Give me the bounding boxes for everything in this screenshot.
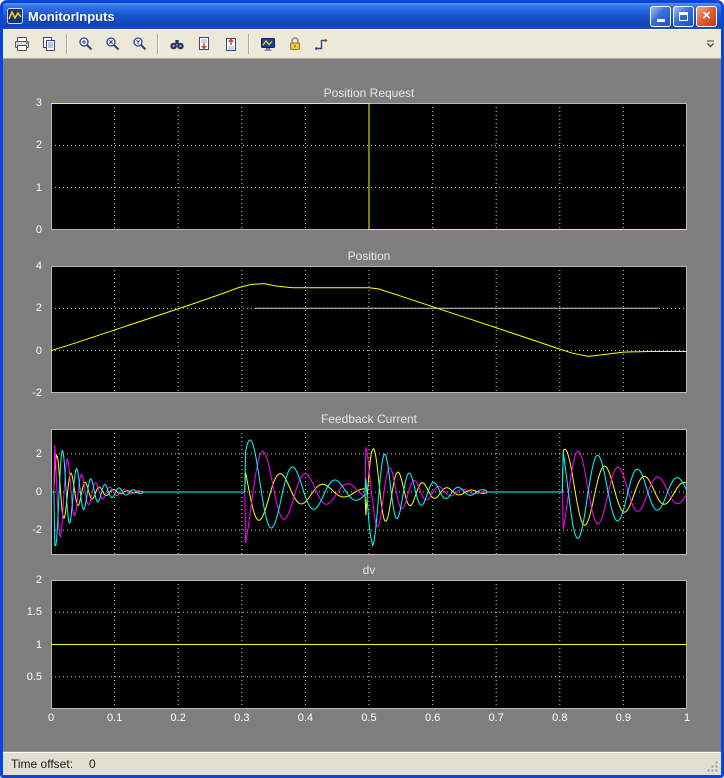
parameters-icon (41, 36, 57, 52)
toolbar-separator (248, 34, 250, 54)
x-axis-labels: 00.10.20.30.40.50.60.70.80.91 (51, 712, 687, 726)
y-tick-label: 3 (4, 97, 42, 109)
scope-icon (7, 8, 23, 24)
x-tick-label: 0.6 (416, 712, 450, 725)
y-axis-labels: 21.510.5 (3, 580, 47, 709)
minimize-icon (657, 19, 665, 22)
zoom-y-icon (132, 36, 148, 52)
lock-axes-button[interactable] (281, 32, 308, 57)
y-tick-label: 2 (4, 302, 42, 314)
autoscale-button[interactable] (163, 32, 190, 57)
minimize-button[interactable] (650, 6, 671, 27)
y-tick-label: 0 (4, 224, 42, 236)
close-button[interactable]: × (696, 6, 717, 27)
y-tick-label: 2 (4, 139, 42, 151)
toolbar-separator (66, 34, 68, 54)
plot-dv[interactable] (51, 580, 687, 709)
maximize-icon (679, 12, 688, 21)
restore-axes-button[interactable] (217, 32, 244, 57)
scope-window: MonitorInputs × (0, 0, 724, 778)
plot-canvas (51, 266, 687, 393)
plot-position-request[interactable] (51, 103, 687, 230)
time-offset-value: 0 (89, 757, 96, 771)
y-tick-label: 0 (4, 486, 42, 498)
plot-title-feedback-current: Feedback Current (51, 411, 687, 427)
y-tick-label: -2 (4, 524, 42, 536)
x-tick-label: 0.7 (479, 712, 513, 725)
plot-title-position-request: Position Request (51, 85, 687, 101)
y-tick-label: 4 (4, 260, 42, 272)
print-icon (14, 36, 30, 52)
zoom-x-icon (105, 36, 121, 52)
maximize-button[interactable] (673, 6, 694, 27)
titlebar[interactable]: MonitorInputs × (3, 3, 721, 29)
toolbar-separator (157, 34, 159, 54)
toolbar (3, 29, 721, 59)
y-tick-label: 1.5 (4, 606, 42, 618)
y-tick-label: 2 (4, 448, 42, 460)
x-tick-label: 0.4 (288, 712, 322, 725)
toolbar-overflow-chevron (706, 40, 715, 49)
plot-position[interactable] (51, 266, 687, 393)
x-tick-label: 0.2 (161, 712, 195, 725)
x-tick-label: 1 (670, 712, 704, 725)
figure-area: Position Request 3 2 1 0 Position 4 2 0 -2 Fee… (3, 59, 721, 752)
y-tick-label: 1 (4, 639, 42, 651)
y-tick-label: 2 (4, 574, 42, 586)
floating-scope-icon (260, 36, 276, 52)
x-tick-label: 0.9 (606, 712, 640, 725)
floating-scope-button[interactable] (254, 32, 281, 57)
y-tick-label: 0.5 (4, 671, 42, 683)
window-title: MonitorInputs (28, 9, 645, 24)
parameters-button[interactable] (35, 32, 62, 57)
resize-grip[interactable] (706, 760, 719, 773)
signal-selection-button[interactable] (308, 32, 335, 57)
signal-selection-icon (314, 36, 330, 52)
plot-feedback-current[interactable] (51, 429, 687, 555)
plot-title-position: Position (51, 248, 687, 264)
plot-canvas (51, 103, 687, 230)
time-offset-label: Time offset: (11, 757, 73, 771)
autoscale-icon (169, 36, 185, 52)
y-tick-label: 1 (4, 182, 42, 194)
x-tick-label: 0 (34, 712, 68, 725)
zoom-button[interactable] (72, 32, 99, 57)
y-axis-labels: 420-2 (3, 266, 47, 393)
plot-canvas (51, 429, 687, 555)
x-tick-label: 0.8 (543, 712, 577, 725)
window-controls: × (650, 6, 717, 27)
plot-canvas (51, 580, 687, 709)
plot-background (51, 266, 687, 393)
restore-axes-icon (223, 36, 239, 52)
y-axis-labels: 3210 (3, 103, 47, 230)
zoom-y-button[interactable] (126, 32, 153, 57)
x-tick-label: 0.1 (98, 712, 132, 725)
y-tick-label: 0 (4, 345, 42, 357)
zoom-x-button[interactable] (99, 32, 126, 57)
toolbar-overflow-button[interactable] (704, 34, 716, 54)
close-icon: × (702, 8, 711, 23)
plot-title-dv: dv (51, 562, 687, 578)
print-button[interactable] (8, 32, 35, 57)
x-tick-label: 0.3 (225, 712, 259, 725)
x-tick-label: 0.5 (352, 712, 386, 725)
save-axes-icon (196, 36, 212, 52)
zoom-icon (78, 36, 94, 52)
statusbar: Time offset: 0 (3, 752, 721, 775)
y-axis-labels: 2 0 -2 (3, 429, 47, 555)
y-tick-label: -2 (4, 387, 42, 399)
save-axes-button[interactable] (190, 32, 217, 57)
lock-axes-icon (287, 36, 303, 52)
